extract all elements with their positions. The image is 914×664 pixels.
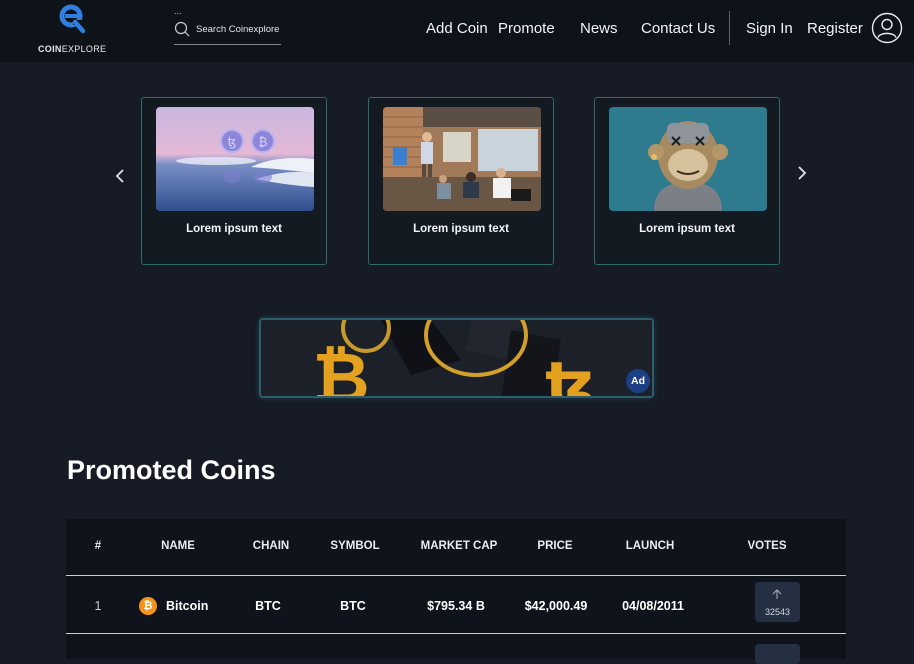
column-header-name[interactable]: NAME — [161, 540, 195, 552]
coinexplore-logo[interactable]: COINEXPLORE — [38, 3, 108, 55]
svg-text:₿: ₿ — [259, 135, 268, 149]
column-header-market-cap[interactable]: MARKET CAP — [421, 540, 498, 552]
carousel-card-3[interactable]: Lorem ipsum text — [594, 97, 780, 265]
search-dots: ... — [174, 6, 182, 16]
nav-contact-us[interactable]: Contact Us — [641, 20, 715, 37]
nav-news[interactable]: News — [580, 20, 618, 37]
row-index: 1 — [94, 599, 102, 613]
search-input[interactable] — [196, 21, 280, 37]
ad-banner[interactable]: ₿ ꜩ — [259, 318, 654, 398]
carousel-prev-arrow-icon[interactable] — [114, 168, 126, 184]
logo-icon — [59, 4, 86, 34]
section-title-promoted-coins: Promoted Coins — [67, 455, 276, 485]
bitcoin-icon: ₿ — [139, 597, 157, 615]
coin-price: $42,000.49 — [524, 599, 588, 613]
carousel-card-1[interactable]: ꜩ ₿ Lorem ipsum text — [141, 97, 327, 265]
coin-chain: BTC — [255, 599, 281, 613]
carousel-card-2[interactable]: Lorem ipsum text — [368, 97, 554, 265]
upvote-arrow-icon — [772, 589, 782, 599]
vote-button[interactable]: 32543 — [755, 582, 800, 622]
search-bar: ... — [174, 6, 281, 45]
column-header-launch[interactable]: LAUNCH — [626, 540, 675, 552]
card-label: Lorem ipsum text — [639, 223, 735, 235]
column-header-index: # — [94, 540, 102, 552]
logo-wordmark: COINEXPLORE — [38, 44, 106, 54]
user-account-icon[interactable] — [871, 12, 903, 44]
coin-market-cap: $795.34 B — [427, 599, 485, 613]
card-label: Lorem ipsum text — [186, 223, 282, 235]
logo-brand-light: EXPLORE — [61, 44, 107, 54]
ad-banner-image: ₿ ꜩ — [261, 320, 652, 398]
column-header-price[interactable]: PRICE — [537, 540, 572, 552]
svg-text:ꜩ: ꜩ — [545, 349, 596, 398]
sign-in-link[interactable]: Sign In — [746, 20, 793, 37]
card-label: Lorem ipsum text — [413, 223, 509, 235]
svg-text:ꜩ: ꜩ — [228, 135, 237, 149]
nav-add-coin[interactable]: Add Coin — [426, 20, 488, 37]
svg-text:₿: ₿ — [312, 337, 369, 398]
table-header-divider — [66, 575, 846, 576]
table-row-divider — [66, 633, 846, 634]
column-header-chain[interactable]: CHAIN — [253, 540, 289, 552]
card-image-office-meeting — [383, 107, 541, 211]
card-image-ape-nft — [609, 107, 767, 211]
promoted-coins-table: # NAME CHAIN SYMBOL MARKET CAP PRICE LAU… — [66, 519, 846, 664]
ad-badge: Ad — [626, 369, 650, 393]
nav-promote[interactable]: Promote — [498, 20, 555, 37]
register-link[interactable]: Register — [807, 20, 863, 37]
vote-button-partial[interactable] — [755, 644, 800, 664]
search-icon[interactable] — [174, 21, 190, 37]
nav-divider — [729, 11, 730, 45]
coin-name-link[interactable]: Bitcoin — [166, 599, 208, 613]
vote-count: 32543 — [764, 607, 791, 617]
card-image-crypto-coins: ꜩ ₿ — [156, 107, 314, 211]
logo-brand-bold: COIN — [38, 44, 62, 54]
column-header-symbol[interactable]: SYMBOL — [330, 540, 379, 552]
top-navbar: COINEXPLORE ... Add Coin Promote News Co… — [0, 0, 914, 62]
coin-launch-date: 04/08/2011 — [622, 599, 684, 613]
coin-symbol: BTC — [340, 599, 366, 613]
carousel-next-arrow-icon[interactable] — [796, 165, 808, 181]
column-header-votes[interactable]: VOTES — [748, 540, 787, 552]
